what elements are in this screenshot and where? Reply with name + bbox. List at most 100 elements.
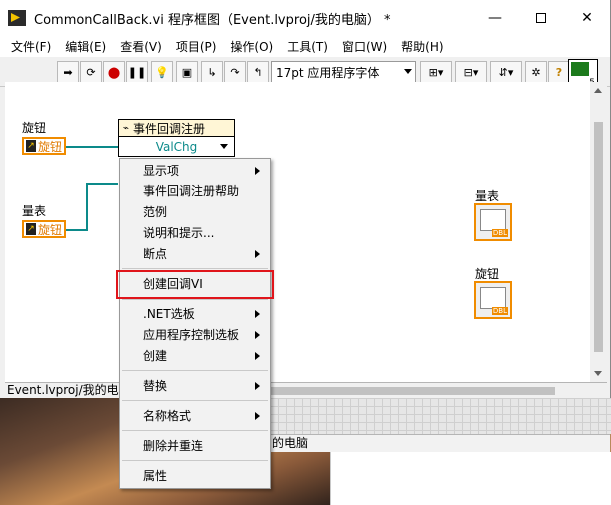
- menu-help[interactable]: 帮助(H): [394, 38, 450, 55]
- menu-tools[interactable]: 工具(T): [280, 38, 335, 55]
- reorder-button[interactable]: ⇵▾: [490, 61, 522, 83]
- horizontal-scroll-thumb[interactable]: [225, 387, 555, 395]
- knob-terminal-text: 旋钮: [38, 139, 63, 154]
- minimize-button[interactable]: —: [472, 0, 518, 36]
- menu-create[interactable]: 创建: [120, 346, 270, 367]
- retain-wire-values-button[interactable]: ▣: [176, 61, 198, 83]
- knob-label: 旋钮: [22, 121, 47, 135]
- pause-icon: ❚❚: [127, 65, 147, 79]
- gauge-terminal[interactable]: ↗ 旋钮: [22, 220, 66, 238]
- chevron-down-icon: [220, 144, 228, 149]
- highlight-execution-button[interactable]: 💡: [151, 61, 173, 83]
- wire-gauge-c[interactable]: [86, 183, 118, 185]
- menu-item-label: 名称格式: [143, 409, 192, 423]
- menu-edit[interactable]: 编辑(E): [58, 38, 113, 55]
- probe-icon: ▣: [181, 65, 193, 79]
- menu-separator: [122, 299, 268, 300]
- menu-item-label: 断点: [143, 247, 168, 261]
- gauge-indicator[interactable]: DBL: [474, 203, 512, 241]
- menu-breakpoint[interactable]: 断点: [120, 244, 270, 265]
- menu-item-label: 替换: [143, 379, 168, 393]
- wire-knob[interactable]: [66, 146, 118, 148]
- block-diagram-window: CommonCallBack.vi 程序框图（Event.lvproj/我的电脑…: [0, 0, 611, 398]
- stop-icon: ⬤: [107, 65, 121, 79]
- maximize-icon: [536, 13, 546, 23]
- menu-properties[interactable]: 属性: [120, 466, 270, 487]
- menu-bar: 文件(F) 编辑(E) 查看(V) 项目(P) 操作(O) 工具(T) 窗口(W…: [0, 36, 610, 57]
- align-objects-button[interactable]: ⊞▾: [420, 61, 452, 83]
- submenu-arrow-icon: [255, 352, 260, 360]
- block-diagram-canvas[interactable]: 旋钮 ↗ 旋钮 量表 ↗ 旋钮 量表 DBL 旋钮 DBL: [5, 82, 590, 382]
- vertical-scrollbar[interactable]: [590, 82, 607, 382]
- gauge-terminal-text: 旋钮: [38, 222, 63, 237]
- step-out-button[interactable]: ↰: [247, 61, 269, 83]
- menu-dotnet-palette[interactable]: .NET选板: [120, 304, 270, 325]
- status-bar: Event.lvproj/我的电脑: [5, 382, 607, 398]
- submenu-arrow-icon: [255, 310, 260, 318]
- reference-icon: ↗: [26, 140, 36, 152]
- pause-button[interactable]: ❚❚: [126, 61, 148, 83]
- menu-item-label: 显示项: [143, 164, 180, 178]
- run-arrow-icon: ➡: [63, 65, 73, 79]
- menu-replace[interactable]: 替换: [120, 376, 270, 397]
- submenu-arrow-icon: [255, 250, 260, 258]
- labview-app-icon: [8, 10, 26, 26]
- menu-file[interactable]: 文件(F): [4, 38, 58, 55]
- menu-separator: [122, 400, 268, 401]
- font-select[interactable]: 17pt 应用程序字体: [271, 61, 416, 83]
- maximize-button[interactable]: [518, 0, 564, 36]
- event-node-row[interactable]: ValChg: [119, 137, 234, 156]
- help-question-icon: ?: [555, 65, 563, 79]
- right-gauge-label: 量表: [475, 189, 500, 203]
- cleanup-icon: ✲: [531, 65, 541, 79]
- submenu-arrow-icon: [255, 412, 260, 420]
- reorder-icon: ⇵▾: [498, 65, 514, 79]
- knob-indicator[interactable]: DBL: [474, 281, 512, 319]
- wire-gauge-a[interactable]: [66, 229, 88, 231]
- close-button[interactable]: ✕: [564, 0, 610, 36]
- align-icon: ⊞▾: [428, 65, 444, 79]
- wire-gauge-b[interactable]: [86, 183, 88, 231]
- step-over-button[interactable]: ↷: [224, 61, 246, 83]
- context-help-button[interactable]: ?: [548, 61, 570, 83]
- submenu-arrow-icon: [255, 382, 260, 390]
- scroll-up-icon[interactable]: [594, 88, 602, 93]
- menu-event-help[interactable]: 事件回调注册帮助: [120, 181, 270, 202]
- menu-delete-rewire[interactable]: 删除并重连: [120, 436, 270, 457]
- menu-item-label: 事件回调注册帮助: [143, 184, 240, 198]
- run-continuously-button[interactable]: ⟳: [80, 61, 102, 83]
- menu-name-format[interactable]: 名称格式: [120, 406, 270, 427]
- menu-separator: [122, 430, 268, 431]
- menu-examples[interactable]: 范例: [120, 202, 270, 223]
- knob-terminal[interactable]: ↗ 旋钮: [22, 137, 66, 155]
- run-arrow-button[interactable]: ➡: [57, 61, 79, 83]
- menu-item-label: 删除并重连: [143, 439, 204, 453]
- menu-separator: [122, 370, 268, 371]
- abort-button[interactable]: ⬤: [103, 61, 125, 83]
- scroll-thumb[interactable]: [594, 122, 603, 352]
- context-menu: 显示项 事件回调注册帮助 范例 说明和提示... 断点 创建回调VI .NET选…: [119, 158, 271, 489]
- menu-item-label: 属性: [143, 469, 168, 483]
- menu-app-control-palette[interactable]: 应用程序控制选板: [120, 325, 270, 346]
- menu-project[interactable]: 项目(P): [169, 38, 224, 55]
- menu-show-items[interactable]: 显示项: [120, 161, 270, 182]
- cleanup-diagram-button[interactable]: ✲: [525, 61, 547, 83]
- background-window-grid: [270, 398, 611, 434]
- step-into-button[interactable]: ↳: [201, 61, 223, 83]
- menu-description[interactable]: 说明和提示...: [120, 223, 270, 244]
- distribute-objects-button[interactable]: ⊟▾: [455, 61, 487, 83]
- dbl-badge: DBL: [491, 229, 508, 237]
- event-node-value: ValChg: [155, 139, 198, 154]
- menu-view[interactable]: 查看(V): [113, 38, 169, 55]
- title-bar: CommonCallBack.vi 程序框图（Event.lvproj/我的电脑…: [0, 0, 610, 36]
- lightbulb-icon: 💡: [155, 65, 169, 79]
- status-text: Event.lvproj/我的电脑: [7, 383, 131, 397]
- event-callback-register-node[interactable]: ⌁ 事件回调注册 ValChg: [118, 119, 235, 157]
- vi-icon-screen: [571, 62, 589, 76]
- step-over-icon: ↷: [230, 65, 240, 79]
- menu-window[interactable]: 窗口(W): [335, 38, 394, 55]
- scroll-down-icon[interactable]: [594, 371, 602, 376]
- submenu-arrow-icon: [255, 167, 260, 175]
- event-node-icon: ⌁: [123, 122, 130, 134]
- menu-operate[interactable]: 操作(O): [223, 38, 280, 55]
